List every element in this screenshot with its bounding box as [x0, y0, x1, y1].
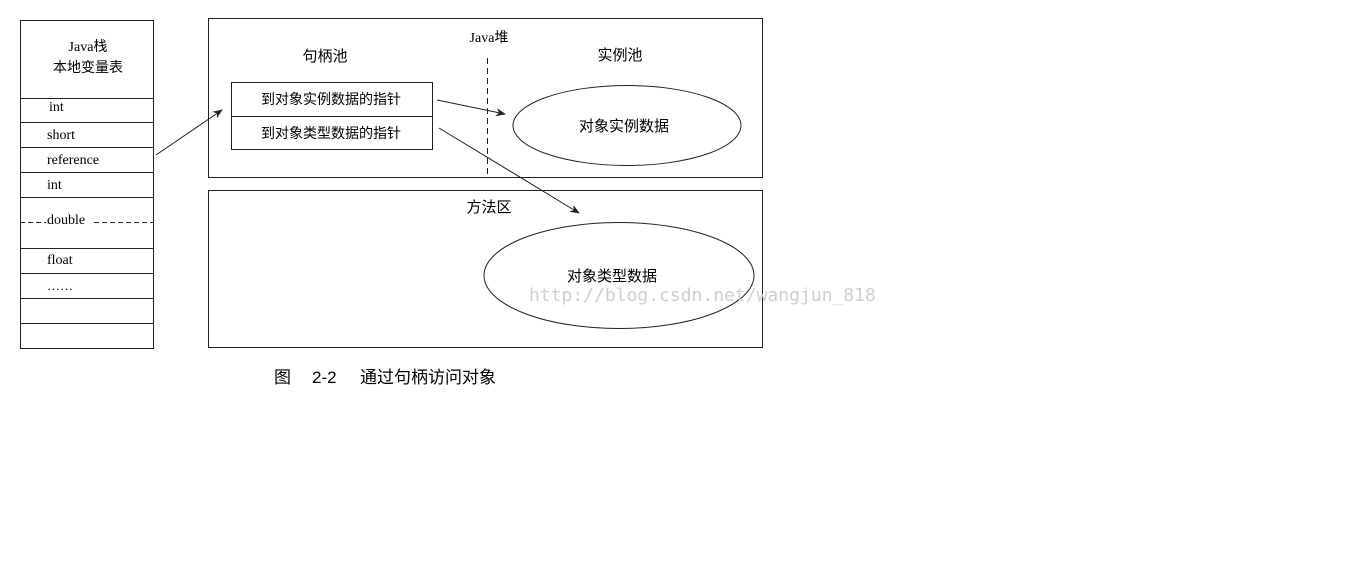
slot-short: short [47, 128, 75, 143]
slot-ellipsis: …… [47, 278, 73, 293]
java-heap-title: Java堆 [470, 30, 509, 46]
java-stack: Java栈 本地变量表 int short reference int doub… [20, 20, 154, 349]
instance-data-pointer: 到对象实例数据的指针 [261, 92, 401, 108]
instance-data-label: 对象实例数据 [579, 118, 669, 135]
java-heap: Java堆 句柄池 实例池 到对象实例数据的指针 到对象类型数据的指针 对象实例… [208, 18, 763, 178]
type-data-pointer: 到对象类型数据的指针 [261, 126, 401, 142]
figure-caption: 图 2-2 通过句柄访问对象 [274, 368, 496, 387]
java-stack-title: Java栈 [69, 39, 108, 55]
method-area-title: 方法区 [466, 199, 511, 216]
handle-access-diagram: Java栈 本地变量表 int short reference int doub… [20, 18, 876, 387]
watermark: http://blog.csdn.net/wangjun_818 [529, 285, 876, 306]
handle-to-instance-arrow [436, 99, 506, 117]
method-area: 方法区 对象类型数据 [208, 190, 763, 348]
type-data-label: 对象类型数据 [567, 268, 657, 285]
slot-double: double [47, 213, 85, 228]
figure-title: 通过句柄访问对象 [360, 368, 496, 387]
handle: 到对象实例数据的指针 到对象类型数据的指针 [231, 82, 433, 150]
local-variable-table-title: 本地变量表 [53, 60, 123, 76]
slot-int: int [47, 178, 62, 193]
figure-label: 图 [274, 368, 291, 387]
figure-number: 2-2 [312, 368, 337, 387]
instance-pool-label: 实例池 [597, 47, 642, 64]
slot-float: float [47, 253, 73, 268]
reference-to-handle-arrow [155, 109, 223, 156]
handle-pool-label: 句柄池 [302, 48, 347, 65]
slot-int: int [49, 100, 64, 115]
slot-reference: reference [47, 153, 99, 168]
